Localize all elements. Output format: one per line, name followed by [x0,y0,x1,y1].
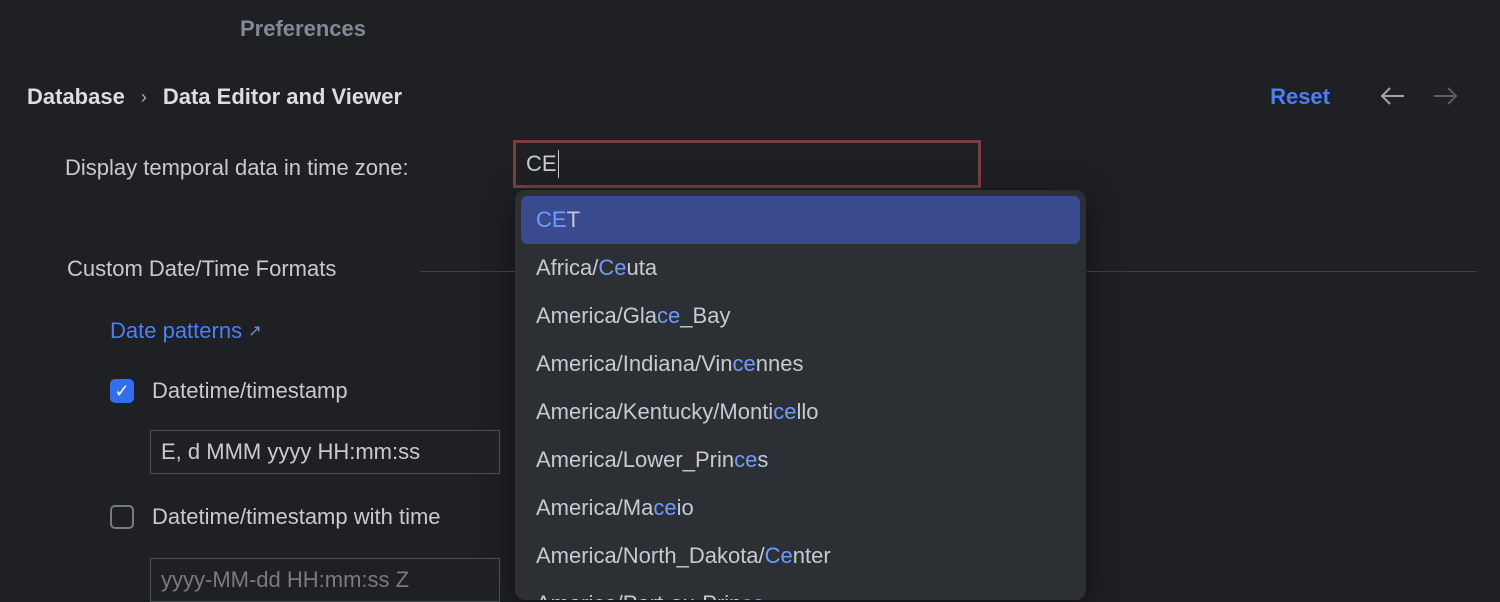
datetime-timestamp-checkbox[interactable]: ✓ [110,379,134,403]
text-caret [558,150,559,178]
external-link-icon: ↗ [248,321,261,341]
datetime-timestamp-tz-label: Datetime/timestamp with time [152,504,441,530]
timezone-option[interactable]: America/Port-au-Prince [521,580,1080,600]
forward-arrow-icon [1434,87,1458,111]
date-patterns-link-text: Date patterns [110,318,242,344]
breadcrumb-database[interactable]: Database [27,84,125,110]
timezone-option[interactable]: CET [521,196,1080,244]
date-patterns-link[interactable]: Date patterns ↗ [110,318,261,344]
reset-link[interactable]: Reset [1270,84,1330,110]
datetime-timestamp-label: Datetime/timestamp [152,378,348,404]
divider [420,271,515,272]
timezone-option[interactable]: America/Lower_Princes [521,436,1080,484]
timezone-option[interactable]: America/Indiana/Vincennes [521,340,1080,388]
timezone-input[interactable]: CE [513,140,981,188]
datetime-timestamp-tz-checkbox[interactable] [110,505,134,529]
chevron-right-icon: › [141,87,147,108]
back-arrow-icon[interactable] [1380,87,1404,111]
datetime-timestamp-tz-value: yyyy-MM-dd HH:mm:ss Z [161,567,409,593]
timezone-option[interactable]: America/Maceio [521,484,1080,532]
timezone-option[interactable]: America/Glace_Bay [521,292,1080,340]
timezone-option[interactable]: Africa/Ceuta [521,244,1080,292]
nav-arrows [1380,87,1458,111]
datetime-timestamp-tz-row: Datetime/timestamp with time [110,504,441,530]
datetime-timestamp-tz-input[interactable]: yyyy-MM-dd HH:mm:ss Z [150,558,500,602]
timezone-input-value: CE [526,151,557,177]
timezone-option[interactable]: America/North_Dakota/Center [521,532,1080,580]
timezone-label: Display temporal data in time zone: [65,155,409,181]
datetime-timestamp-input[interactable]: E, d MMM yyyy HH:mm:ss [150,430,500,474]
breadcrumb: Database › Data Editor and Viewer [27,84,402,110]
breadcrumb-data-editor[interactable]: Data Editor and Viewer [163,84,402,110]
section-title: Custom Date/Time Formats [67,256,336,282]
divider [1087,271,1477,272]
datetime-timestamp-value: E, d MMM yyyy HH:mm:ss [161,439,420,465]
timezone-option[interactable]: America/Kentucky/Monticello [521,388,1080,436]
datetime-timestamp-row: ✓ Datetime/timestamp [110,378,348,404]
page-title: Preferences [240,16,366,42]
timezone-dropdown[interactable]: CETAfrica/CeutaAmerica/Glace_BayAmerica/… [515,190,1086,600]
